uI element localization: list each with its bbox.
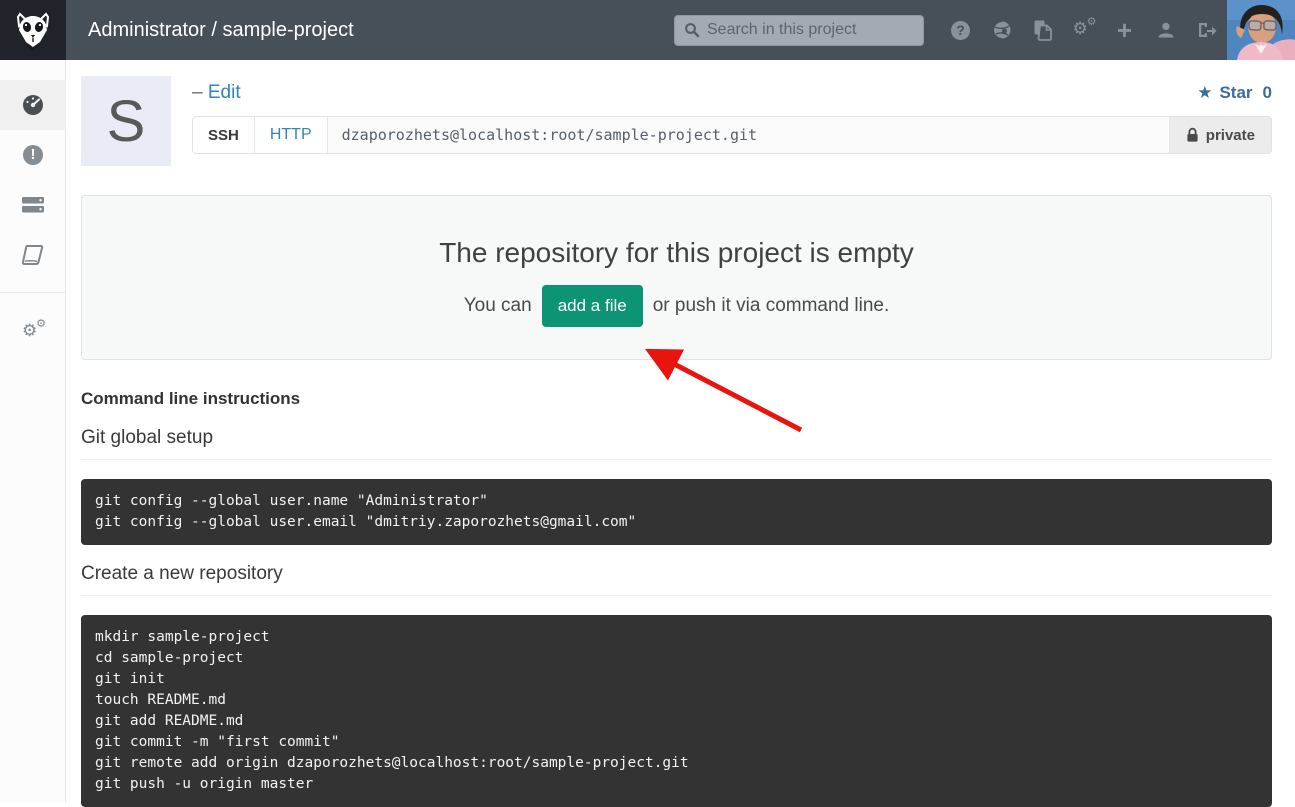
settings-gears-icon: ⚙ ⚙	[22, 322, 44, 342]
empty-repo-title: The repository for this project is empty	[82, 237, 1271, 269]
code-line: cd sample-project	[95, 648, 1258, 669]
top-navbar: Administrator / sample-project ?	[0, 0, 1295, 60]
book-icon	[21, 244, 45, 266]
left-sidebar: ! ⚙ ⚙	[0, 60, 66, 803]
sidebar-item-list[interactable]	[0, 180, 66, 230]
star-count: 0	[1263, 83, 1272, 103]
gitlab-fox-logo-icon	[11, 8, 55, 52]
code-line: git config --global user.name "Administr…	[95, 491, 1258, 512]
code-line: git init	[95, 669, 1258, 690]
clone-url-field[interactable]: dzaporozhets@localhost:root/sample-proje…	[328, 117, 1170, 153]
empty-text-before: You can	[464, 295, 532, 317]
project-avatar: S	[81, 76, 171, 166]
code-line: git remote add origin dzaporozhets@local…	[95, 753, 1258, 774]
search-icon	[684, 22, 700, 38]
sidebar-item-wiki[interactable]	[0, 230, 66, 280]
code-line: git push -u origin master	[95, 774, 1258, 795]
git-global-setup-code: git config --global user.name "Administr…	[81, 479, 1272, 545]
code-line: git config --global user.email "dmitriy.…	[95, 512, 1258, 533]
cli-instructions-heading: Command line instructions	[81, 389, 1272, 409]
admin-gears-icon[interactable]: ⚙ ⚙	[1063, 10, 1104, 50]
code-line: mkdir sample-project	[95, 627, 1258, 648]
edit-prefix-dash: –	[192, 82, 208, 103]
server-list-icon	[21, 195, 45, 215]
breadcrumb-title: Administrator / sample-project	[88, 19, 354, 42]
profile-user-icon[interactable]	[1145, 10, 1186, 50]
project-header: S – Edit ★ Star 0 SSH HTTP dzaporozhets@…	[81, 60, 1272, 154]
sidebar-divider	[0, 292, 65, 293]
sidebar-item-settings[interactable]: ⚙ ⚙	[0, 307, 66, 357]
ssh-protocol-button[interactable]: SSH	[193, 117, 255, 153]
star-label: Star	[1219, 83, 1252, 103]
edit-row: – Edit	[192, 82, 241, 104]
create-new-repo-heading: Create a new repository	[81, 563, 1272, 596]
empty-text-after: or push it via command line.	[653, 295, 890, 317]
clone-url-bar: SSH HTTP dzaporozhets@localhost:root/sam…	[192, 116, 1272, 154]
main-content: S – Edit ★ Star 0 SSH HTTP dzaporozhets@…	[66, 60, 1295, 807]
visibility-label: private	[1206, 127, 1255, 144]
create-new-repo-code: mkdir sample-project cd sample-project g…	[81, 615, 1272, 807]
visibility-badge: private	[1170, 117, 1271, 153]
http-protocol-button[interactable]: HTTP	[255, 117, 328, 153]
user-avatar[interactable]	[1227, 0, 1295, 60]
snippets-copy-icon[interactable]	[1022, 10, 1063, 50]
new-project-plus-icon[interactable]: +	[1104, 10, 1145, 50]
add-file-button[interactable]: add a file	[542, 285, 643, 327]
search-input[interactable]	[707, 21, 914, 39]
navbar-icon-group: ? ⚙ ⚙ +	[940, 10, 1227, 50]
star-button[interactable]: ★ Star 0	[1197, 83, 1272, 103]
edit-link[interactable]: Edit	[208, 82, 241, 103]
code-line: touch README.md	[95, 690, 1258, 711]
sidebar-item-dashboard[interactable]	[0, 80, 66, 130]
globe-icon[interactable]	[981, 10, 1022, 50]
git-global-setup-heading: Git global setup	[81, 427, 1272, 460]
code-line: git add README.md	[95, 711, 1258, 732]
lock-icon	[1186, 127, 1199, 143]
gitlab-logo[interactable]	[0, 0, 66, 60]
help-icon[interactable]: ?	[940, 10, 981, 50]
empty-repo-panel: The repository for this project is empty…	[81, 195, 1272, 360]
exclamation-circle-icon: !	[23, 145, 43, 165]
dashboard-gauge-icon	[21, 93, 45, 117]
star-icon: ★	[1197, 83, 1212, 103]
code-line: git commit -m "first commit"	[95, 732, 1258, 753]
sign-out-icon[interactable]	[1186, 10, 1227, 50]
project-search[interactable]	[674, 15, 924, 46]
sidebar-item-issues[interactable]: !	[0, 130, 66, 180]
